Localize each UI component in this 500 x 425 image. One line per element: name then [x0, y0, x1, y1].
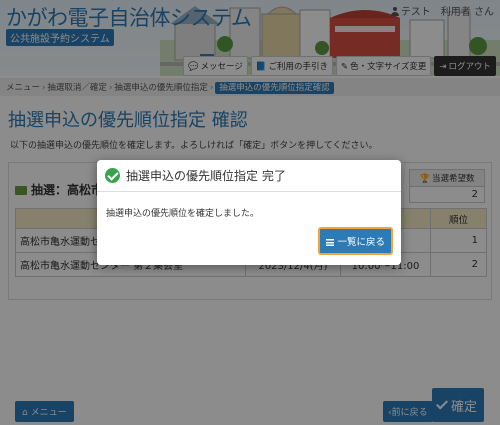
back-to-list-button[interactable]: 一覧に戻る: [318, 227, 393, 255]
completion-dialog: 抽選申込の優先順位指定 完了 抽選申込の優先順位を確定しました。 一覧に戻る: [97, 160, 401, 265]
dialog-title: 抽選申込の優先順位指定 完了: [126, 169, 286, 183]
list-icon: [326, 239, 335, 246]
check-circle-icon: [105, 168, 120, 183]
dialog-header: 抽選申込の優先順位指定 完了: [97, 160, 401, 192]
